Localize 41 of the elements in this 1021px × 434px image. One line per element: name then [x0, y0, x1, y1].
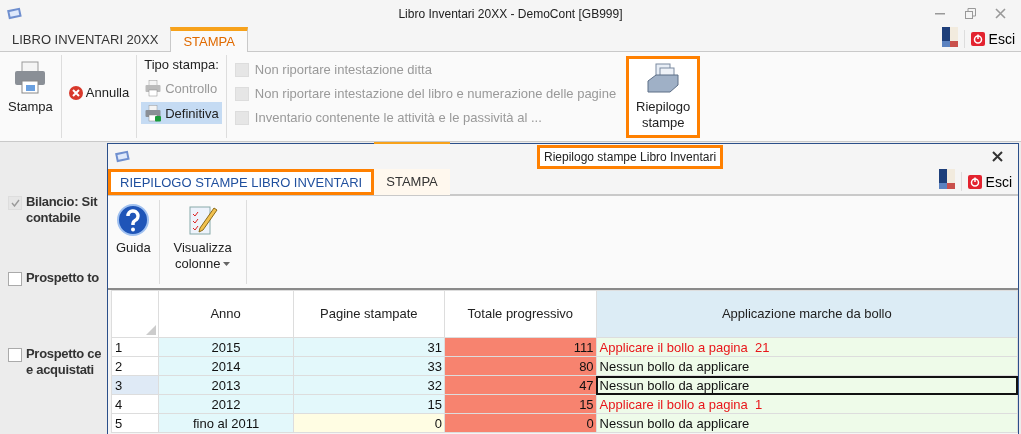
item-label: Bilancio: Sit contabile: [26, 194, 98, 226]
corner-cell[interactable]: [111, 290, 159, 338]
help-button[interactable]: Guida: [112, 200, 155, 260]
checklist-pencil-icon: [187, 204, 218, 236]
minimize-icon: [935, 12, 945, 15]
option-label: Non riportare intestazione ditta: [254, 62, 432, 77]
cancel-button[interactable]: Annulla: [65, 83, 133, 102]
app-icon: [114, 148, 132, 165]
window-title: Libro Inventari 20XX - DemoCont [GB999]: [398, 6, 623, 21]
item-label: Prospetto ce e acquistati: [26, 346, 102, 378]
dialog-tab[interactable]: RIEPILOGO STAMPE LIBRO INVENTARI: [108, 169, 375, 195]
print-type-label: Tipo stampa:: [143, 56, 220, 74]
ribbon-tab[interactable]: LIBRO INVENTARI 20XX: [0, 27, 171, 52]
app-icon: [6, 5, 24, 22]
cancel-icon: [68, 85, 83, 100]
print-button[interactable]: Stampa: [4, 55, 57, 119]
column-header: Applicazione marche da bollo: [596, 290, 1018, 338]
card-file-icon: [646, 63, 681, 95]
dialog-title: Riepilogo stampe Libro Inventari: [537, 144, 724, 169]
checkbox[interactable]: [8, 272, 22, 286]
column-header: Totale progressivo: [444, 290, 597, 338]
item-label: Prospetto to: [26, 270, 99, 286]
exit-button[interactable]: Esci: [960, 172, 1018, 191]
printer-icon: [144, 79, 163, 97]
power-icon: [967, 174, 982, 189]
restore-icon: [964, 8, 976, 19]
option-label: Inventario contenente le attività e le passività al ...: [254, 110, 542, 125]
printer-icon: [144, 104, 163, 122]
power-icon: [970, 32, 985, 46]
columns-button[interactable]: Visualizza colonne: [163, 200, 242, 276]
close-icon: [994, 8, 1006, 19]
help-icon: [117, 204, 150, 236]
summary-button[interactable]: Riepilogo stampe: [626, 56, 701, 138]
corner-triangle-icon: [145, 325, 156, 335]
exit-button[interactable]: Esci: [963, 30, 1021, 48]
option-label: Non riportare intestazione del libro e numerazione delle pagine: [254, 86, 617, 101]
print-type-option[interactable]: Definitiva: [141, 102, 222, 124]
column-header: Pagine stampate: [293, 290, 445, 338]
checkbox[interactable]: [8, 348, 22, 362]
close-icon: [991, 151, 1003, 162]
column-header: Anno: [158, 290, 293, 338]
